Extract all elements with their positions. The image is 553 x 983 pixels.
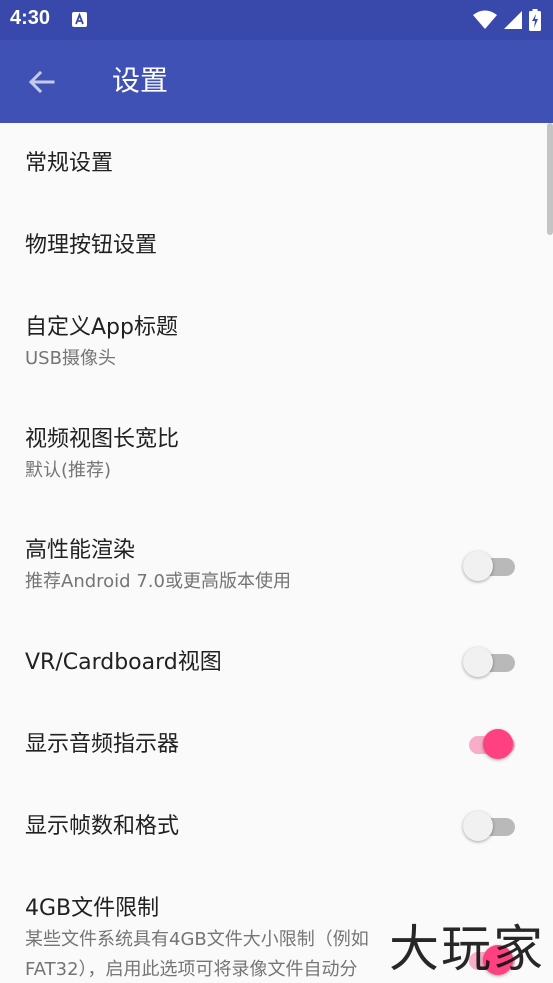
switch-thumb (463, 647, 493, 677)
high-performance-switch[interactable] (463, 551, 515, 581)
setting-title: 视频视图长宽比 (25, 427, 180, 452)
page-title: 设置 (112, 64, 169, 97)
watermark-logo: 大玩家 (389, 920, 545, 978)
status-time: 4:30 (10, 7, 51, 29)
setting-audio-indicator[interactable]: 显示音频指示器 (0, 704, 553, 786)
setting-title: 高性能渲染 (25, 538, 136, 563)
status-icons (473, 9, 541, 31)
switch-thumb (483, 729, 513, 759)
setting-title: 物理按钮设置 (25, 233, 158, 258)
fps-format-switch[interactable] (463, 811, 515, 841)
setting-title: 显示音频指示器 (25, 732, 180, 757)
setting-general[interactable]: 常规设置 (0, 123, 553, 205)
audio-indicator-switch[interactable] (463, 729, 515, 759)
setting-subtitle: 默认(推荐) (25, 460, 112, 481)
setting-subtitle-line-2: FAT32），启用此选项可将录像文件自动分 (25, 959, 358, 980)
setting-subtitle-line-1: 某些文件系统具有4GB文件大小限制（例如 (25, 929, 369, 950)
setting-title: 显示帧数和格式 (25, 814, 180, 839)
status-bar: 4:30 (0, 0, 553, 40)
wifi-icon (473, 10, 497, 29)
scrollbar[interactable] (547, 123, 553, 235)
battery-icon (529, 9, 541, 31)
setting-fps-format[interactable]: 显示帧数和格式 (0, 786, 553, 868)
setting-title: 4GB文件限制 (25, 896, 160, 921)
settings-list[interactable]: 常规设置 物理按钮设置 自定义App标题 USB摄像头 视频视图长宽比 默认(推… (0, 123, 553, 983)
setting-subtitle: 推荐Android 7.0或更高版本使用 (25, 571, 291, 592)
app-bar: 设置 (0, 40, 553, 123)
notification-icon (72, 12, 87, 27)
setting-title: VR/Cardboard视图 (25, 650, 222, 675)
setting-vr-view[interactable]: VR/Cardboard视图 (0, 622, 553, 704)
setting-physical-buttons[interactable]: 物理按钮设置 (0, 205, 553, 287)
setting-subtitle: USB摄像头 (25, 348, 116, 369)
setting-aspect-ratio[interactable]: 视频视图长宽比 默认(推荐) (0, 399, 553, 510)
switch-thumb (463, 811, 493, 841)
back-arrow-icon[interactable] (26, 66, 58, 98)
setting-high-performance[interactable]: 高性能渲染 推荐Android 7.0或更高版本使用 (0, 510, 553, 622)
setting-title: 常规设置 (25, 151, 114, 176)
signal-icon (504, 11, 522, 29)
setting-custom-title[interactable]: 自定义App标题 USB摄像头 (0, 287, 553, 399)
switch-thumb (463, 551, 493, 581)
setting-title: 自定义App标题 (25, 315, 178, 340)
vr-view-switch[interactable] (463, 647, 515, 677)
